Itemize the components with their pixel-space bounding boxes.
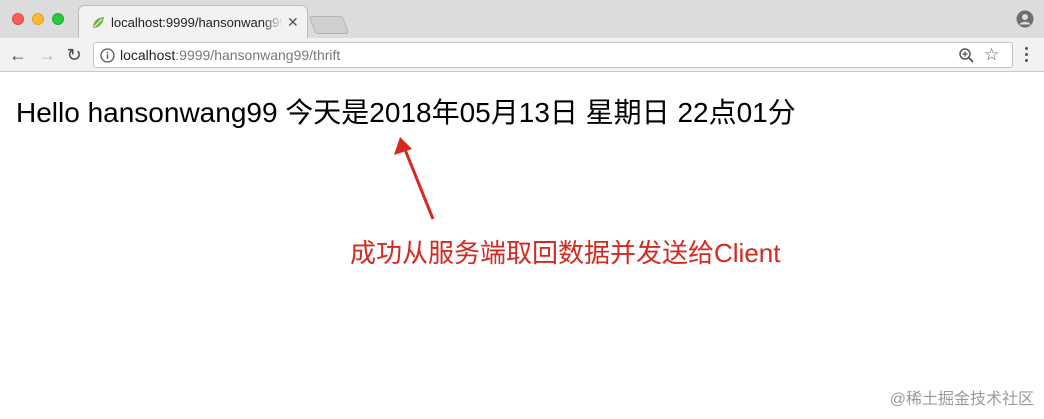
- forward-arrow-icon[interactable]: →: [37, 45, 57, 65]
- leaf-favicon-icon: [93, 17, 104, 28]
- browser-tab[interactable]: localhost:9999/hansonwang99/thrift ✕: [78, 5, 308, 39]
- window-minimize-button[interactable]: [32, 13, 44, 25]
- url-path: :9999/hansonwang99/thrift: [175, 47, 341, 63]
- greeting-text: Hello hansonwang99 今天是2018年05月13日 星期日 22…: [16, 97, 796, 128]
- page-content: Hello hansonwang99 今天是2018年05月13日 星期日 22…: [0, 73, 1044, 419]
- address-bar[interactable]: localhost:9999/hansonwang99/thrift ☆: [93, 42, 1013, 68]
- reload-icon[interactable]: ↻: [64, 45, 84, 65]
- url-host: localhost: [120, 47, 176, 63]
- zoom-icon[interactable]: [958, 47, 975, 64]
- back-arrow-icon[interactable]: ←: [8, 45, 28, 65]
- profile-icon[interactable]: [1016, 10, 1034, 28]
- url-text[interactable]: localhost:9999/hansonwang99/thrift: [120, 47, 340, 64]
- star-icon[interactable]: ☆: [984, 45, 999, 65]
- annotation-text: 成功从服务端取回数据并发送给Client: [350, 238, 781, 268]
- info-icon[interactable]: [100, 48, 115, 63]
- tab-close-icon[interactable]: ✕: [287, 14, 299, 30]
- watermark-text: @稀土掘金技术社区: [889, 391, 1034, 408]
- tab-strip: localhost:9999/hansonwang99/thrift ✕: [0, 0, 1044, 39]
- annotation-arrow-icon: [394, 137, 435, 220]
- kebab-menu-icon[interactable]: [1018, 47, 1034, 65]
- window-close-button[interactable]: [12, 13, 24, 25]
- browser-toolbar: ← → ↻ localhost:9999/hansonwang99/thrift…: [0, 38, 1044, 72]
- tab-title: localhost:9999/hansonwang99/thrift: [111, 15, 283, 30]
- new-tab-button[interactable]: [308, 16, 350, 34]
- window-maximize-button[interactable]: [52, 13, 64, 25]
